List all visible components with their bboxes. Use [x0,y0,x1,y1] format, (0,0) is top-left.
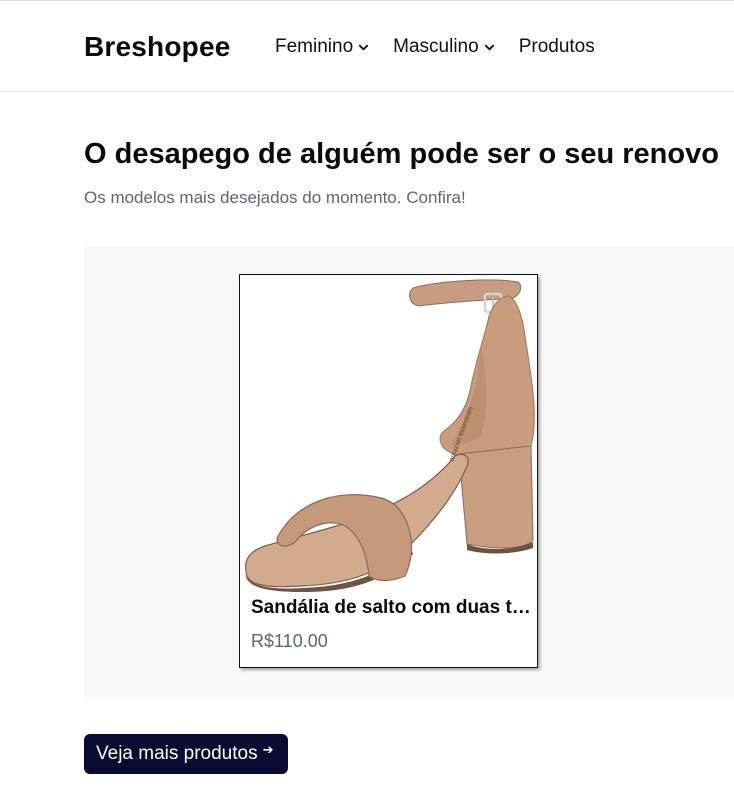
chevron-down-icon [359,44,369,50]
product-card[interactable]: amazon essentials Sandália de salto com … [239,274,538,668]
nav-item-label: Feminino [275,36,354,57]
nav-item-feminino[interactable]: Feminino [275,36,369,58]
chevron-down-icon [484,44,494,50]
page-title: O desapego de alguém pode ser o seu reno… [84,138,719,170]
sandal-image: amazon essentials [244,279,535,592]
product-title[interactable]: Sandália de salto com duas tiras [251,597,531,619]
product-price: R$110.00 [251,631,328,651]
main-nav: Feminino Masculino Produtos [275,36,619,58]
arrow-right-icon: ➔ [262,742,274,757]
page-subtitle: Os modelos mais desejados do momento. Co… [84,188,466,207]
see-more-products-button[interactable]: Veja mais produtos ➔ [84,734,288,774]
brand-logo[interactable]: Breshopee [84,31,231,63]
nav-item-label: Produtos [518,36,595,57]
site-header: Breshopee Feminino Masculino Produtos [0,1,734,92]
nav-item-label: Masculino [393,36,479,57]
see-more-products-label: Veja mais produtos [96,743,258,764]
product-image[interactable]: amazon essentials [241,276,537,592]
nav-item-produtos[interactable]: Produtos [519,36,595,58]
nav-item-masculino[interactable]: Masculino [393,36,495,58]
product-carousel: amazon essentials Sandália de salto com … [84,246,734,697]
